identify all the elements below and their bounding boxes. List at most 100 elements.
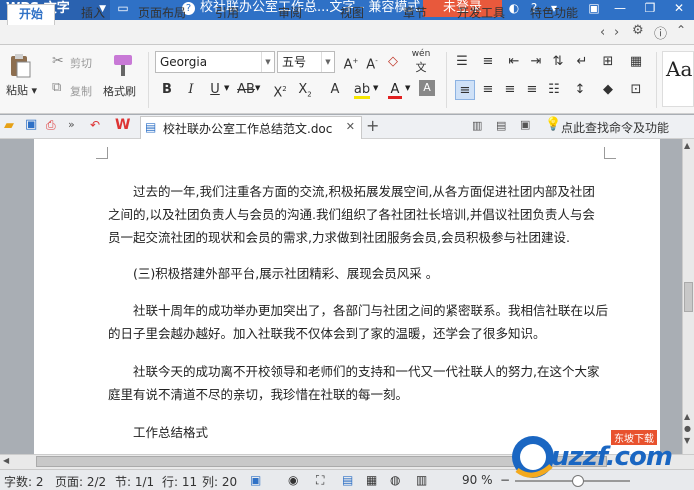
paragraph-text[interactable]: (三)积极搭建外部平台,展示社团精彩、展现会员风采 。 (108, 262, 608, 285)
undo-icon[interactable]: ↶ (90, 118, 100, 132)
paragraph-text[interactable]: 庭里有说不清道不尽的亲切，我珍惜在社联的每一刻。 (108, 383, 608, 406)
bullet-list-icon[interactable]: ☰ (452, 52, 472, 72)
tab-view[interactable]: 视图 (329, 4, 375, 25)
collapse-ribbon-icon[interactable]: ⌃ (676, 23, 686, 37)
text-effect-icon[interactable]: A (325, 80, 345, 100)
shrink-font-icon[interactable]: A- (362, 52, 382, 72)
justify-icon[interactable]: ≡ (522, 80, 542, 100)
zoom-level[interactable]: 90 % (462, 473, 493, 487)
tab-developer[interactable]: 开发工具 (449, 4, 513, 25)
copy-icon[interactable]: ⧉ (52, 80, 61, 95)
wps-logo-icon[interactable]: W (115, 117, 130, 133)
more-icon[interactable]: » (68, 118, 75, 131)
tab-references[interactable]: 引用 (204, 4, 250, 25)
vertical-scroll-thumb[interactable] (684, 282, 693, 312)
view-icon[interactable]: ▥ (472, 119, 482, 132)
paragraph-text[interactable]: 过去的一年,我们注重各方面的交流,积极拓展发展空间,从各方面促进社团内部及社团 (108, 180, 608, 203)
reading-view-icon[interactable]: ▥ (416, 473, 427, 487)
align-right-icon[interactable]: ≡ (500, 80, 520, 100)
decrease-indent-icon[interactable]: ⇤ (504, 52, 524, 72)
sort-icon[interactable]: ⇅ (548, 52, 568, 72)
paragraph-text[interactable]: 社联今天的成功离不开校领导和老师们的支持和一代又一代社联人的努力,在这个大家 (108, 360, 608, 383)
paragraph-text[interactable]: 的日子里会越办越好。加入社联我不仅体会到了家的温暖，还学会了很多知识。 (108, 322, 608, 345)
outline-view-icon[interactable]: ▦ (366, 473, 377, 487)
tab-chapter[interactable]: 章节 (392, 4, 438, 25)
new-doc-icon[interactable]: ▭ (115, 1, 131, 17)
character-shading-icon[interactable]: A (419, 80, 435, 96)
prev-page-icon[interactable]: ▲ (684, 412, 690, 421)
lightbulb-icon[interactable]: 💡 (545, 117, 561, 132)
page-view-icon[interactable]: ▤ (342, 473, 353, 487)
close-tab-icon[interactable]: ✕ (346, 120, 355, 133)
new-tab-icon[interactable]: + (366, 116, 379, 135)
tab-page-layout[interactable]: 页面布局 (130, 4, 194, 25)
border-icon[interactable]: ⊡ (626, 80, 646, 100)
distributed-icon[interactable]: ☷ (544, 80, 564, 100)
tile-window-icon[interactable]: ▣ (586, 1, 602, 17)
format-painter-icon[interactable] (110, 52, 136, 78)
scroll-left-icon[interactable]: ◀ (3, 456, 9, 465)
chinese-layout-icon[interactable]: ▦ (626, 52, 646, 72)
warning-icon[interactable]: ⓘ (654, 23, 667, 42)
paragraph-text[interactable]: 社联十周年的成功举办更加突出了，各部门与社团之间的紧密联系。我相信社联在以后 (108, 299, 608, 322)
chevron-left-icon[interactable]: ‹ (600, 25, 605, 40)
minimize-doc-icon[interactable]: ▣ (520, 118, 530, 131)
font-name-select[interactable]: Georgia ▼ (155, 51, 275, 73)
tab-start[interactable]: 开始 (7, 4, 55, 25)
scissors-icon[interactable]: ✂ (52, 53, 64, 69)
close-icon[interactable]: ✕ (671, 1, 687, 17)
bold-icon[interactable]: B (157, 80, 177, 100)
document-tab[interactable]: ▤ 校社联办公室工作总结范文.doc ✕ (140, 116, 362, 139)
underline-icon[interactable]: U (205, 80, 225, 100)
strikethrough-icon[interactable]: AB (236, 80, 256, 100)
maximize-icon[interactable]: ❐ (642, 1, 658, 17)
fullscreen-icon[interactable]: ⛶ (316, 473, 324, 488)
font-color-icon[interactable]: A (385, 80, 405, 100)
italic-icon[interactable]: I (181, 80, 201, 100)
chevron-down-icon[interactable]: ▼ (373, 84, 378, 92)
numbered-list-icon[interactable]: ≡ (478, 52, 498, 72)
paragraph-text[interactable]: 之间的,以及社团负责人与会员的沟通.我们组织了各社团社长培训,并倡议社团负责人与… (108, 203, 608, 226)
eye-icon[interactable]: ◉ (288, 473, 298, 487)
align-center-icon[interactable]: ≡ (478, 80, 498, 100)
open-folder-icon[interactable]: ▰ (4, 118, 14, 133)
format-painter-button[interactable]: 格式刷 (103, 83, 136, 99)
grow-font-icon[interactable]: A+ (341, 52, 361, 72)
command-search[interactable]: 点此查找命令及功能 (561, 119, 669, 136)
paragraph-text[interactable]: 员一起交流社团的现状和会员的需求,力求做到社团服务会员,会员积极参与社团建设. (108, 226, 608, 249)
clear-format-icon[interactable]: ◇ (383, 52, 403, 72)
chevron-down-icon[interactable]: ▼ (405, 84, 410, 92)
minimize-icon[interactable]: — (612, 1, 628, 17)
align-left-icon[interactable]: ≡ (455, 80, 475, 100)
shading-icon[interactable]: ◆ (598, 80, 618, 100)
paste-icon[interactable] (8, 53, 32, 79)
tab-review[interactable]: 审阅 (267, 4, 313, 25)
subscript-icon[interactable]: X2 (295, 80, 315, 100)
font-size-select[interactable]: 五号 ▼ (277, 51, 335, 73)
copy-button[interactable]: 复制 (70, 83, 92, 99)
chevron-down-icon[interactable]: ▼ (255, 84, 260, 92)
show-marks-icon[interactable]: ↵ (572, 52, 592, 72)
export-pdf-icon[interactable]: ⎙ (46, 118, 56, 133)
tab-insert[interactable]: 插入 (70, 4, 116, 25)
chevron-down-icon[interactable]: ▼ (224, 84, 229, 92)
history-icon[interactable]: ▤ (496, 119, 506, 132)
tab-special[interactable]: 特色功能 (522, 4, 586, 25)
settings-icon[interactable]: ⚙ (632, 23, 644, 38)
scroll-up-icon[interactable]: ▲ (684, 141, 690, 150)
save-icon[interactable]: ▣ (25, 117, 37, 132)
superscript-icon[interactable]: X2 (270, 80, 290, 100)
word-count[interactable]: 字数: 2 (4, 473, 44, 490)
web-view-icon[interactable]: ◍ (390, 473, 400, 487)
phonetic-guide-icon[interactable]: wén 文 (410, 49, 432, 75)
cut-button[interactable]: 剪切 (70, 55, 92, 71)
table-icon[interactable]: ⊞ (598, 52, 618, 72)
increase-indent-icon[interactable]: ⇥ (526, 52, 546, 72)
highlight-icon[interactable]: ab (352, 80, 372, 100)
style-gallery-item[interactable]: Aa (662, 51, 694, 107)
page-indicator[interactable]: 页面: 2/2 (55, 473, 106, 490)
paste-button[interactable]: 粘贴 ▾ (6, 82, 37, 98)
line-spacing-icon[interactable]: ↕ (570, 80, 590, 100)
spell-check-icon[interactable]: ▣ (250, 473, 261, 487)
chevron-right-icon[interactable]: › (614, 25, 619, 40)
